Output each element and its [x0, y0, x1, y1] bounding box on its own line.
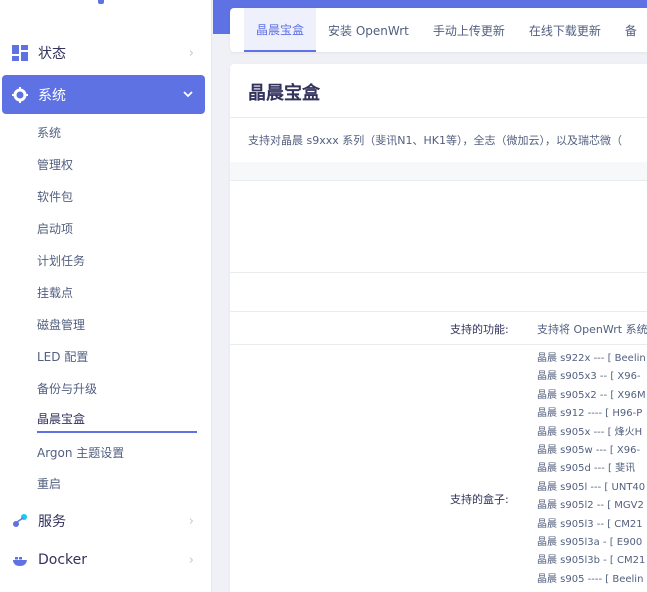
- features-value: 支持将 OpenWrt 系统: [537, 323, 647, 336]
- divider: [230, 344, 647, 345]
- tab-online-download[interactable]: 在线下载更新: [517, 8, 613, 52]
- services-icon: [12, 513, 28, 529]
- sidebar-subitem-backup[interactable]: 备份与升级: [37, 374, 197, 402]
- list-item: 晶晨 s912 ---- [ H96-P: [537, 408, 643, 420]
- main-panel: 晶晨宝盒 支持对晶晨 s9xxx 系列（斐讯N1、HK1等），全志（微加云），以…: [230, 64, 647, 592]
- dashboard-icon: [12, 45, 28, 61]
- tab-install-openwrt[interactable]: 安装 OpenWrt: [316, 8, 421, 52]
- sidebar-subitem-argon[interactable]: Argon 主题设置: [37, 438, 197, 466]
- list-item: 晶晨 s905l3b - [ CM21: [537, 555, 646, 567]
- divider: [230, 311, 647, 312]
- sidebar-item-services[interactable]: 服务 ›: [0, 502, 211, 540]
- page-description: 支持对晶晨 s9xxx 系列（斐讯N1、HK1等），全志（微加云），以及瑞芯微（: [248, 134, 622, 147]
- chevron-right-icon: ›: [188, 514, 194, 529]
- divider: [230, 180, 647, 181]
- list-item: 晶晨 s905d --- [ 斐讯: [537, 463, 636, 475]
- sidebar-subitem-reboot[interactable]: 重启: [37, 469, 197, 497]
- sidebar-subitem-mounts[interactable]: 挂载点: [37, 278, 197, 306]
- sidebar-item-label: 系统: [38, 87, 66, 104]
- list-item: 晶晨 s905x2 -- [ X96M: [537, 389, 646, 401]
- sidebar-item-label: Docker: [38, 552, 88, 568]
- sidebar-subitem-led[interactable]: LED 配置: [37, 342, 197, 370]
- list-item: 晶晨 s905x3 -- [ X96-: [537, 371, 641, 383]
- divider: [230, 272, 647, 273]
- list-item: 晶晨 s905l2 -- [ MGV2: [537, 500, 644, 512]
- list-item: 晶晨 s905x --- [ 烽火H: [537, 426, 643, 438]
- sidebar-item-docker[interactable]: Docker ›: [0, 541, 211, 579]
- docker-icon: [12, 552, 28, 568]
- list-item: 晶晨 s922x --- [ Beelin: [537, 353, 646, 364]
- sidebar-subitem-admin[interactable]: 管理权: [37, 150, 197, 178]
- sidebar-item-label: 服务: [38, 514, 66, 530]
- page-title: 晶晨宝盒: [248, 83, 320, 104]
- chevron-right-icon: ›: [188, 46, 194, 61]
- box-list: 晶晨 s922x --- [ Beelin 晶晨 s905x3 -- [ X96…: [537, 350, 646, 589]
- tab-backup[interactable]: 备: [613, 8, 647, 52]
- sidebar-subitem-amlogic[interactable]: 晶晨宝盒: [37, 405, 197, 433]
- list-item: 晶晨 s905 ---- [ Beelin: [537, 573, 644, 585]
- sidebar-item-status[interactable]: 状态 ›: [0, 34, 211, 72]
- chevron-right-icon: ›: [188, 553, 194, 568]
- list-item: 晶晨 s905l3 -- [ CM21: [537, 518, 643, 530]
- sidebar-subitem-packages[interactable]: 软件包: [37, 182, 197, 210]
- chevron-down-icon: [183, 87, 193, 101]
- sidebar-item-system[interactable]: 系统: [2, 75, 205, 114]
- list-item: 晶晨 s905l3a - [ E900: [537, 536, 643, 548]
- logo-icon: [98, 0, 104, 4]
- sidebar-subitem-disk[interactable]: 磁盘管理: [37, 310, 197, 338]
- list-item: 晶晨 s905w --- [ X96-: [537, 444, 641, 456]
- list-item: 晶晨 s905l --- [ UNT40: [537, 481, 646, 493]
- sidebar: 状态 › 系统 系统 管理权 软件包 启动项 计划任务 挂载点 磁盘管理 LED…: [0, 0, 212, 592]
- sidebar-subitem-system[interactable]: 系统: [37, 118, 197, 146]
- tab-bar: 晶晨宝盒 安装 OpenWrt 手动上传更新 在线下载更新 备: [230, 8, 647, 52]
- features-label: 支持的功能:: [450, 323, 509, 336]
- divider: [230, 117, 647, 118]
- gear-icon: [12, 86, 28, 103]
- boxes-label: 支持的盒子:: [450, 493, 509, 506]
- sidebar-subitem-startup[interactable]: 启动项: [37, 214, 197, 242]
- tab-amlogic[interactable]: 晶晨宝盒: [244, 8, 317, 52]
- tab-manual-upload[interactable]: 手动上传更新: [421, 8, 517, 52]
- sidebar-subitem-crontab[interactable]: 计划任务: [37, 246, 197, 274]
- sidebar-item-label: 状态: [38, 46, 66, 62]
- section-spacer: [230, 162, 647, 180]
